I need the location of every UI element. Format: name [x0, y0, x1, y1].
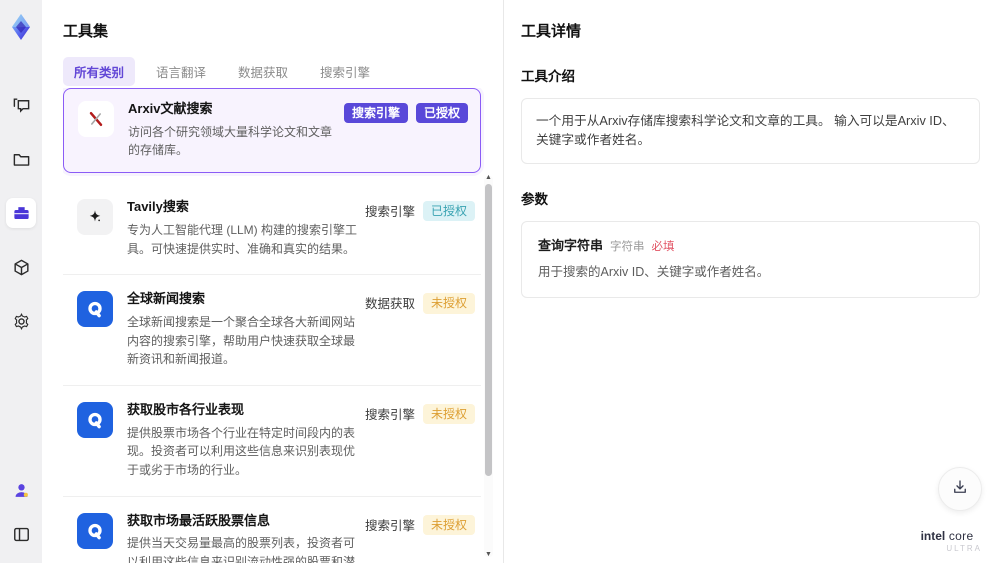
download-icon: [951, 478, 969, 501]
tool-card-global-news[interactable]: 全球新闻搜索 全球新闻搜索是一个聚合全球各大新闻网站内容的搜索引擎，帮助用户快速…: [63, 275, 481, 386]
tab-all-categories[interactable]: 所有类别: [63, 57, 136, 86]
tool-name: 全球新闻搜索: [127, 291, 206, 307]
user-avatar-icon: [12, 481, 31, 500]
list-scrollbar[interactable]: ▲ ▼: [484, 174, 493, 559]
quark-logo-icon: [77, 401, 113, 438]
tools-panel: 工具集 所有类别 语言翻译 数据获取 搜索引擎 Arxiv文献搜索 访问各个研究…: [42, 0, 503, 563]
tool-name: Arxiv文献搜索: [128, 101, 213, 116]
intro-section-title: 工具介绍: [521, 69, 575, 84]
category-badge[interactable]: 搜索引擎: [343, 103, 408, 124]
tab-language-translation[interactable]: 语言翻译: [145, 57, 217, 86]
cube-icon: [12, 258, 31, 277]
params-section-title: 参数: [521, 192, 548, 208]
tavily-star-icon: [77, 199, 113, 236]
tool-description: 专为人工智能代理 (LLM) 构建的搜索引擎工具。可快速提供实时、准确和真实的结…: [127, 222, 358, 256]
required-flag: 必填: [651, 241, 675, 254]
tool-intro-text: 一个用于从Arxiv存储库搜索科学论文和文章的工具。 输入可以是Arxiv ID…: [521, 98, 980, 165]
tool-name: 获取股市各行业表现: [127, 401, 245, 417]
intel-core-logo: intel core ULTRA: [912, 529, 982, 553]
sidebar-item-plugins[interactable]: [6, 252, 36, 282]
tool-list: Arxiv文献搜索 访问各个研究领域大量科学论文和文章的存储库。 搜索引擎 已授…: [63, 88, 493, 563]
chat-icon: [12, 96, 31, 115]
tool-description: 提供股票市场各个行业在特定时间段内的表现。投资者可以利用这些信息来识别表现优于或…: [127, 425, 356, 477]
auth-status-badge[interactable]: 已授权: [415, 103, 468, 124]
parameter-type: 字符串: [610, 241, 645, 254]
tool-description: 提供当天交易量最高的股票列表，投资者可以利用这些信息来识别流动性强的股票和潜在的…: [127, 536, 356, 563]
tool-description: 访问各个研究领域大量科学论文和文章的存储库。: [128, 124, 333, 158]
category-label: 搜索引擎: [364, 518, 415, 533]
tool-card-arxiv[interactable]: Arxiv文献搜索 访问各个研究领域大量科学论文和文章的存储库。 搜索引擎 已授…: [63, 88, 481, 174]
quark-logo-icon: [77, 512, 113, 549]
parameter-card: 查询字符串 字符串 必填 用于搜索的Arxiv ID、关键字或作者姓名。: [521, 221, 980, 298]
auth-status-badge: 已授权: [422, 201, 475, 222]
parameter-name: 查询字符串: [538, 238, 604, 254]
auth-status-badge: 未授权: [422, 403, 475, 425]
scroll-up-icon[interactable]: ▲: [484, 174, 493, 182]
sidebar-item-collapse[interactable]: [6, 519, 36, 549]
brand-core-text: core: [945, 529, 974, 543]
sidebar-item-tools[interactable]: [6, 198, 36, 228]
sidebar-item-settings[interactable]: [6, 306, 36, 336]
sidebar-item-files[interactable]: [6, 144, 36, 174]
scroll-down-icon[interactable]: ▼: [484, 551, 493, 559]
tool-card-tavily[interactable]: Tavily搜索 专为人工智能代理 (LLM) 构建的搜索引擎工具。可快速提供实…: [63, 183, 481, 276]
auth-status-badge: 未授权: [422, 514, 475, 535]
sidebar-item-chat[interactable]: [6, 90, 36, 120]
folder-icon: [12, 150, 31, 169]
parameter-description: 用于搜索的Arxiv ID、关键字或作者姓名。: [538, 265, 770, 280]
tool-description: 全球新闻搜索是一个聚合全球各大新闻网站内容的搜索引擎，帮助用户快速获取全球最新资…: [127, 315, 356, 367]
page-title: 工具集: [63, 23, 109, 40]
tool-name: 获取市场最活跃股票信息: [127, 512, 271, 528]
tool-name: Tavily搜索: [127, 199, 189, 215]
category-label: 搜索引擎: [364, 205, 415, 220]
scrollbar-thumb[interactable]: [485, 184, 492, 476]
tool-card-most-active-stocks[interactable]: 获取市场最活跃股票信息 提供当天交易量最高的股票列表，投资者可以利用这些信息来识…: [63, 496, 481, 563]
category-tabs: 所有类别 语言翻译 数据获取 搜索引擎: [63, 57, 503, 86]
brand-intel-text: intel: [920, 529, 946, 543]
sidebar-item-account[interactable]: [6, 475, 36, 505]
quark-logo-icon: [77, 291, 113, 328]
detail-title: 工具详情: [521, 23, 582, 40]
brand-ultra-text: ULTRA: [946, 544, 982, 553]
download-button[interactable]: [938, 467, 982, 511]
tool-detail-panel: 工具详情 工具介绍 一个用于从Arxiv存储库搜索科学论文和文章的工具。 输入可…: [503, 0, 1000, 563]
category-label: 数据获取: [364, 297, 415, 312]
gear-icon: [12, 312, 31, 331]
arxiv-logo-icon: [78, 101, 114, 137]
tab-search-engine[interactable]: 搜索引擎: [309, 57, 381, 86]
app-logo-diamond-icon[interactable]: [6, 12, 36, 42]
left-rail: [0, 0, 42, 563]
tab-data-fetch[interactable]: 数据获取: [227, 57, 299, 86]
auth-status-badge: 未授权: [422, 293, 475, 314]
toolbox-icon: [12, 204, 31, 223]
category-label: 搜索引擎: [364, 407, 415, 422]
tool-card-sector-performance[interactable]: 获取股市各行业表现 提供股票市场各个行业在特定时间段内的表现。投资者可以利用这些…: [63, 385, 481, 497]
panel-toggle-icon: [12, 525, 31, 544]
